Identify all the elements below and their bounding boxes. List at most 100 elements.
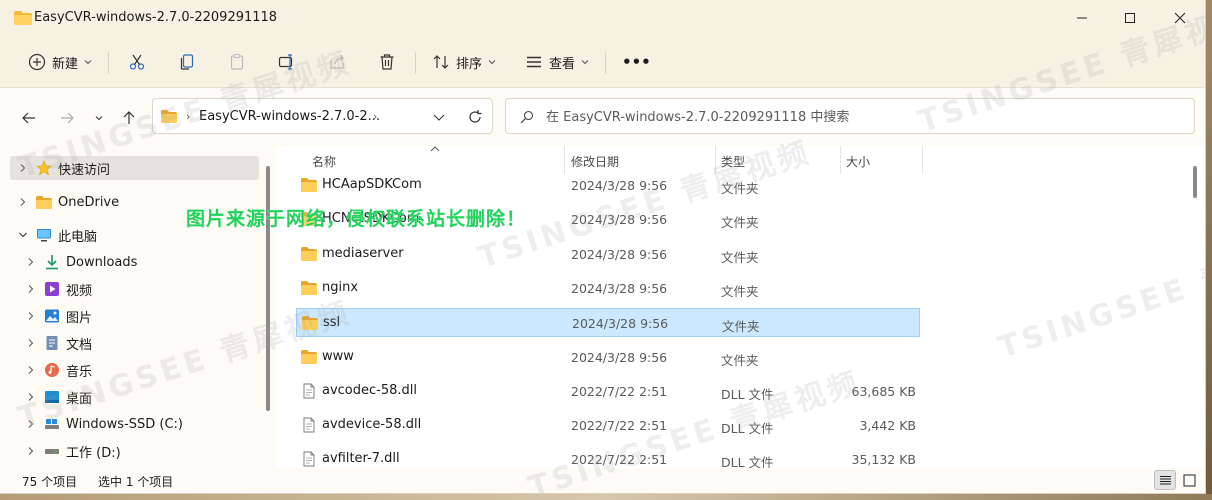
share-button[interactable] <box>328 49 346 75</box>
arrow-right-icon <box>61 112 74 124</box>
chevron-right-icon[interactable] <box>26 338 36 348</box>
file-date: 2024/3/28 9:56 <box>571 212 668 228</box>
sidebar-item-label: 快速访问 <box>58 162 111 178</box>
file-row[interactable]: mediaserver 2024/3/28 9:56 文件夹 <box>296 240 920 269</box>
tiles-view-button[interactable] <box>1178 470 1200 490</box>
file-list: 名称 修改日期 类型 大小 HCAapSDKCom 2024/3/28 9:56 文… <box>276 146 1205 468</box>
chevron-down-icon[interactable] <box>18 230 28 240</box>
delete-button[interactable] <box>378 49 396 75</box>
more-button[interactable]: ••• <box>622 49 651 75</box>
search-input[interactable] <box>546 107 1166 127</box>
file-type: DLL 文件 <box>721 421 774 437</box>
sidebar-item-music[interactable]: 音乐 <box>24 358 259 382</box>
file-name: HCAapSDKCom <box>322 177 422 192</box>
documents-icon <box>46 336 58 350</box>
close-button[interactable] <box>1157 0 1203 36</box>
sort-button[interactable]: 排序 <box>432 49 496 75</box>
clipboard-icon <box>230 53 244 70</box>
sidebar-item-drive-d[interactable]: 工作 (D:) <box>24 439 259 463</box>
chevron-right-icon[interactable] <box>26 311 36 321</box>
sidebar-item-drive-c[interactable]: Windows-SSD (C:) <box>24 412 259 436</box>
share-icon <box>330 54 344 69</box>
file-row[interactable]: HCAapSDKCom 2024/3/28 9:56 文件夹 <box>296 171 920 200</box>
navigation-bar: › EasyCVR-windows-2.7.0-2... › <box>0 88 1205 146</box>
drive-c-icon <box>45 419 59 429</box>
chevron-right-icon[interactable] <box>26 257 36 267</box>
sidebar-item-pictures[interactable]: 图片 <box>24 304 259 328</box>
download-icon <box>46 255 58 270</box>
new-label: 新建 <box>52 56 79 72</box>
new-button[interactable]: 新建 <box>28 49 92 75</box>
sidebar-item-downloads[interactable]: Downloads <box>24 250 259 274</box>
chevron-right-icon[interactable] <box>26 446 36 456</box>
column-divider[interactable] <box>715 146 716 174</box>
chevron-right-icon[interactable] <box>26 365 36 375</box>
chevron-right-icon[interactable] <box>26 419 36 429</box>
file-date: 2024/3/28 9:56 <box>571 280 668 296</box>
folder-icon <box>14 11 32 25</box>
search-icon <box>520 110 534 124</box>
rename-button[interactable] <box>278 49 296 75</box>
view-label: 查看 <box>549 56 576 72</box>
chevron-right-icon[interactable] <box>18 197 28 207</box>
details-view-button[interactable] <box>1154 470 1176 490</box>
column-divider[interactable] <box>564 146 565 174</box>
recent-locations-button[interactable] <box>88 107 110 129</box>
address-dropdown-icon[interactable] <box>433 112 445 122</box>
sidebar-item-quick-access[interactable]: 快速访问 <box>10 156 259 180</box>
column-divider[interactable] <box>922 146 923 174</box>
file-type: DLL 文件 <box>721 386 774 402</box>
refresh-icon[interactable] <box>467 109 483 125</box>
sidebar-scrollbar[interactable] <box>266 166 270 411</box>
desktop-icon <box>45 391 59 403</box>
file-row[interactable]: avfilter-7.dll 2022/7/22 2:51 DLL 文件 35,132… <box>296 445 920 468</box>
explorer-window: EasyCVR-windows-2.7.0-2209291118 新建 排序 查… <box>0 0 1206 494</box>
file-type: 文件夹 <box>721 352 759 368</box>
copyright-notice: 图片来源于网络，侵权联系站长删除！ <box>186 208 527 230</box>
sidebar-item-videos[interactable]: 视频 <box>24 277 259 301</box>
chevron-right-icon[interactable] <box>26 392 36 402</box>
view-button[interactable]: 查看 <box>525 49 589 75</box>
up-button[interactable] <box>118 107 140 129</box>
file-name: mediaserver <box>322 245 404 261</box>
file-row[interactable]: avdevice-58.dll 2022/7/22 2:51 DLL 文件 3,442… <box>296 411 920 440</box>
file-date: 2022/7/22 2:51 <box>571 383 668 399</box>
computer-icon <box>37 229 51 242</box>
file-row[interactable]: www 2024/3/28 9:56 文件夹 <box>296 343 920 372</box>
forward-button[interactable] <box>56 107 78 129</box>
cut-button[interactable] <box>128 49 146 75</box>
back-button[interactable] <box>18 107 40 129</box>
file-size: 3,442 KB <box>859 418 916 434</box>
window-title: EasyCVR-windows-2.7.0-2209291118 <box>34 10 278 25</box>
sidebar-item-documents[interactable]: 文档 <box>24 331 259 355</box>
folder-icon <box>301 280 317 295</box>
chevron-right-icon[interactable] <box>26 284 36 294</box>
sidebar-item-label: 工作 (D:) <box>66 445 121 461</box>
file-list-scrollbar[interactable] <box>1193 166 1197 198</box>
title-bar: EasyCVR-windows-2.7.0-2209291118 <box>0 0 1205 36</box>
video-icon <box>45 282 59 296</box>
arrow-left-icon <box>22 112 35 124</box>
copy-button[interactable] <box>178 49 196 75</box>
paste-button[interactable] <box>228 49 246 75</box>
file-row[interactable]: ssl 2024/3/28 9:56 文件夹 <box>296 308 920 338</box>
file-row[interactable]: avcodec-58.dll 2022/7/22 2:51 DLL 文件 63,685… <box>296 377 920 406</box>
folder-icon <box>301 178 317 192</box>
column-divider[interactable] <box>840 146 841 174</box>
breadcrumb-current[interactable]: EasyCVR-windows-2.7.0-2... <box>199 109 380 124</box>
minimize-button[interactable] <box>1059 0 1105 36</box>
chevron-right-icon[interactable] <box>18 163 28 173</box>
file-row[interactable]: nginx 2024/3/28 9:56 文件夹 <box>296 274 920 303</box>
file-name: www <box>322 348 354 364</box>
file-date: 2024/3/28 9:56 <box>572 316 669 332</box>
pictures-icon <box>45 309 59 323</box>
selection-count: 选中 1 个项目 <box>98 475 174 489</box>
folder-icon <box>301 246 317 261</box>
file-type: DLL 文件 <box>721 455 774 468</box>
maximize-button[interactable] <box>1107 0 1153 36</box>
sidebar-item-label: 视频 <box>66 283 93 299</box>
sidebar-item-desktop[interactable]: 桌面 <box>24 385 259 409</box>
address-bar[interactable]: › EasyCVR-windows-2.7.0-2... › <box>152 98 493 134</box>
search-box[interactable] <box>505 98 1195 134</box>
folder-icon <box>301 349 317 364</box>
